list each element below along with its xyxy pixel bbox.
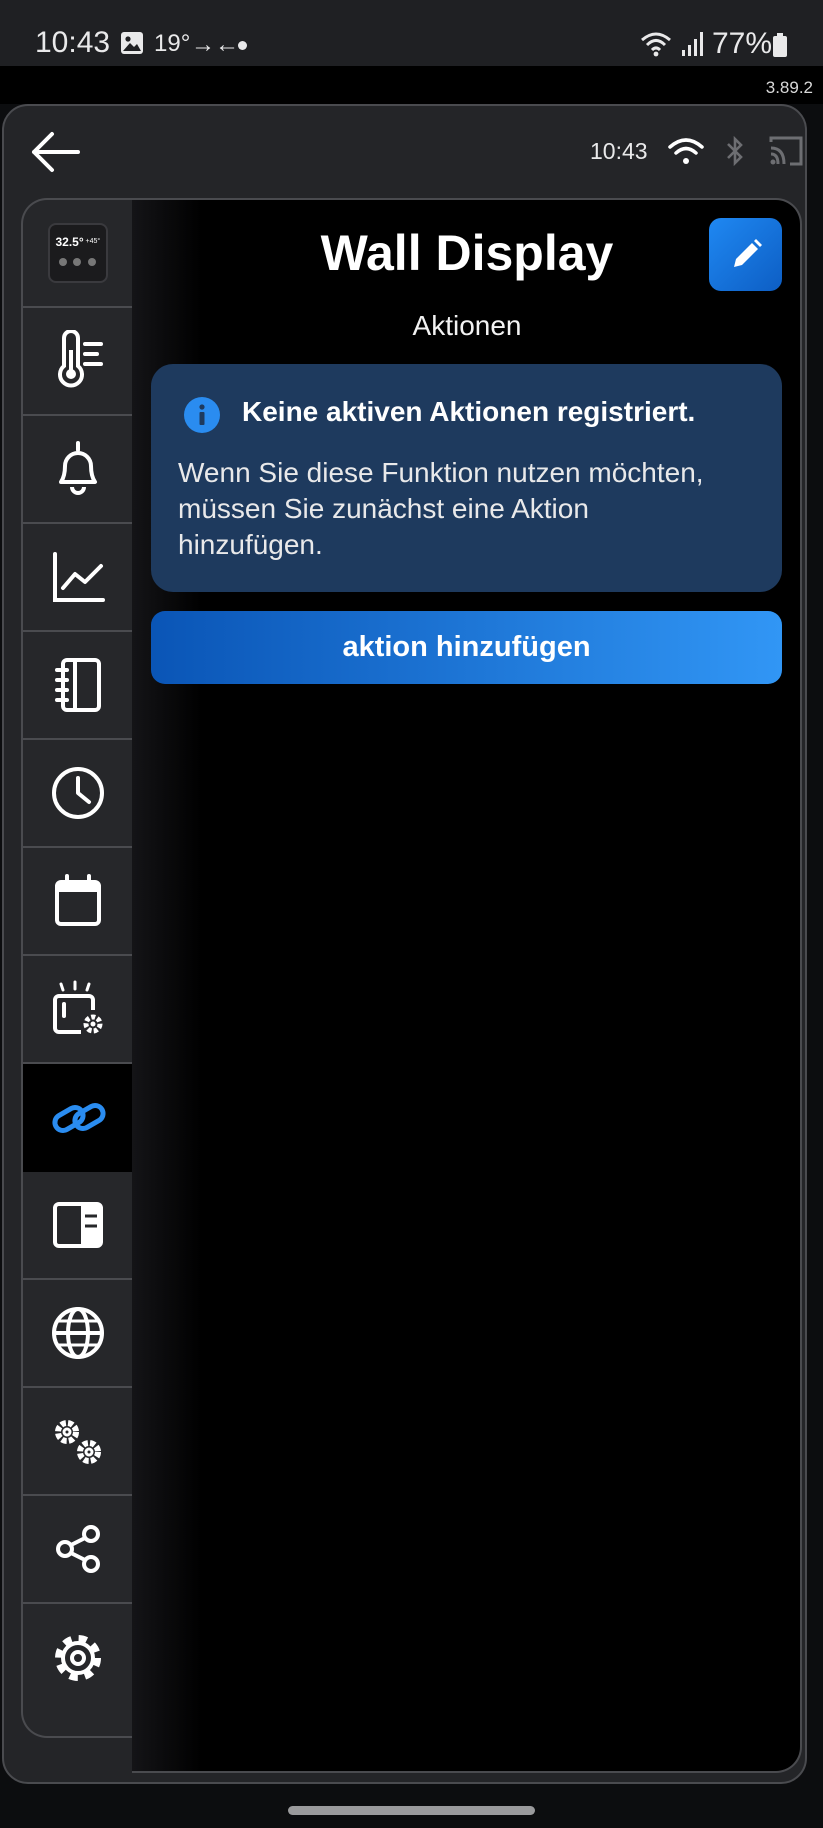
chart-line-icon xyxy=(52,552,105,602)
sidebar-item-actions[interactable] xyxy=(23,1062,132,1172)
sidebar-item-history[interactable] xyxy=(23,524,132,632)
battery-icon xyxy=(773,33,787,57)
clock-icon xyxy=(51,767,104,819)
header-time: 10:43 xyxy=(590,138,648,164)
sidebar-item-layout[interactable] xyxy=(23,1172,132,1280)
sidebar-item-network[interactable] xyxy=(23,1280,132,1388)
notebook-icon xyxy=(54,658,101,712)
page-subtitle: Aktionen xyxy=(412,310,522,341)
status-time: 10:43 xyxy=(35,26,111,59)
add-action-button[interactable]: aktion hinzufügen xyxy=(151,611,782,684)
signal-icon xyxy=(682,32,703,56)
thumbnail-secondary: +45° xyxy=(85,238,101,245)
cast-icon xyxy=(769,136,803,166)
notification-dot xyxy=(238,41,247,50)
link-icon xyxy=(52,1103,106,1133)
edit-button[interactable] xyxy=(709,218,782,291)
wifi-icon xyxy=(668,138,704,164)
bluetooth-icon xyxy=(727,135,743,167)
sidebar-item-advanced[interactable] xyxy=(23,1388,132,1496)
back-arrow-icon[interactable] xyxy=(28,128,84,176)
thermometer-icon xyxy=(57,330,103,388)
settings-icon xyxy=(54,1635,101,1681)
battery-percent: 77% xyxy=(712,27,773,60)
page-title: Wall Display xyxy=(320,225,614,281)
sidebar-item-device-settings[interactable] xyxy=(23,956,132,1064)
sidebar-item-logbook[interactable] xyxy=(23,632,132,740)
calendar-icon xyxy=(54,874,101,926)
sidebar-item-settings[interactable] xyxy=(23,1604,132,1712)
info-icon xyxy=(184,397,220,433)
version-bar xyxy=(0,66,823,104)
info-text: Wenn Sie diese Funktion nutzen möchten, … xyxy=(178,457,704,560)
thumbnail-controls xyxy=(56,253,100,273)
layout-panel-icon xyxy=(52,1202,103,1248)
transfer-arrows-icon: →← xyxy=(191,31,239,58)
bell-icon xyxy=(58,441,97,495)
info-title: Keine aktiven Aktionen registriert. xyxy=(242,396,696,427)
globe-icon xyxy=(51,1307,104,1359)
sidebar-nav: 32.5° +45° xyxy=(21,198,132,1738)
gears-icon xyxy=(54,1420,101,1464)
wifi-icon xyxy=(641,32,671,57)
device-thumbnail: 32.5° +45° xyxy=(47,223,108,283)
share-icon xyxy=(55,1525,100,1573)
device-settings-icon xyxy=(52,980,102,1034)
sidebar-item-timers[interactable] xyxy=(23,740,132,848)
status-temperature: 19° xyxy=(154,30,191,57)
sidebar-item-share[interactable] xyxy=(23,1496,132,1604)
thumbnail-temperature: 32.5° xyxy=(55,235,84,249)
sidebar-item-notifications[interactable] xyxy=(23,416,132,524)
pencil-icon xyxy=(733,238,762,267)
gallery-icon xyxy=(121,32,143,54)
sidebar-item-sensors[interactable] xyxy=(23,308,132,416)
sidebar-item-schedule[interactable] xyxy=(23,848,132,956)
home-indicator[interactable] xyxy=(288,1806,535,1815)
app-version: 3.89.2 xyxy=(765,78,813,97)
sidebar-item-device[interactable]: 32.5° +45° xyxy=(23,200,132,308)
